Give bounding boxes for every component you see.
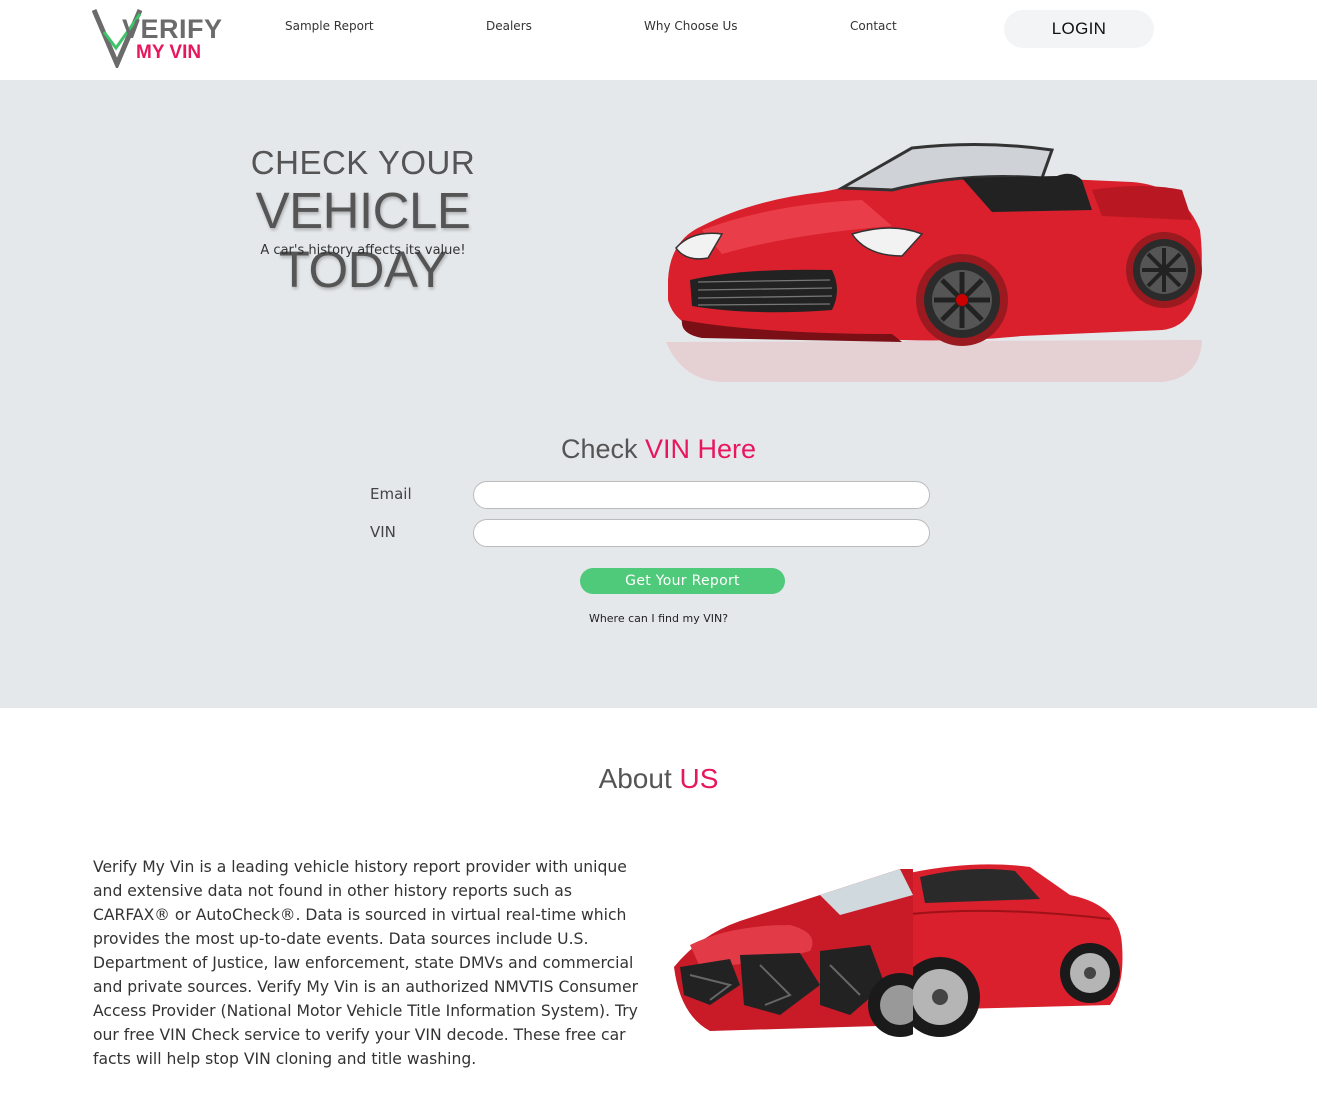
about-heading-part1: About (598, 763, 672, 794)
check-vin-heading: Check VIN Here (0, 434, 1317, 465)
about-heading-part2: US (679, 763, 719, 794)
nav-sample-report[interactable]: Sample Report (285, 19, 374, 33)
hero-section: CHECK YOUR VEHICLE TODAY A car's history… (0, 80, 1317, 708)
hero-heading-line2: VEHICLE TODAY (255, 182, 471, 298)
nav-why-choose-us[interactable]: Why Choose Us (644, 19, 738, 33)
vin-input[interactable] (473, 519, 930, 547)
login-button[interactable]: LOGIN (1004, 10, 1154, 48)
get-your-report-button[interactable]: Get Your Report (580, 568, 785, 594)
hero-heading-line1: CHECK YOUR (250, 144, 476, 181)
email-label: Email (370, 485, 412, 503)
about-us-body: Verify My Vin is a leading vehicle histo… (93, 858, 638, 1068)
find-vin-help-link[interactable]: Where can I find my VIN? (0, 612, 1317, 625)
verify-my-vin-logo[interactable]: VERIFY MY VIN (92, 6, 222, 68)
vin-label: VIN (370, 523, 396, 541)
red-convertible-car-image (666, 142, 1202, 382)
check-vin-heading-part2: VIN Here (645, 434, 757, 464)
nav-dealers[interactable]: Dealers (486, 19, 532, 33)
check-vin-heading-part1: Check (560, 434, 638, 464)
email-input[interactable] (473, 481, 930, 509)
hero-subtitle: A car's history affects its value! (260, 243, 466, 258)
about-us-heading: About US (0, 763, 1317, 795)
site-header: VERIFY MY VIN Sample Report Dealers Why … (0, 0, 1317, 80)
logo-verify-text: VERIFY (122, 14, 223, 44)
nav-contact[interactable]: Contact (850, 19, 897, 33)
logo-myvin-text: MY VIN (136, 42, 202, 63)
wrecked-vs-new-car-image (674, 864, 1123, 1037)
